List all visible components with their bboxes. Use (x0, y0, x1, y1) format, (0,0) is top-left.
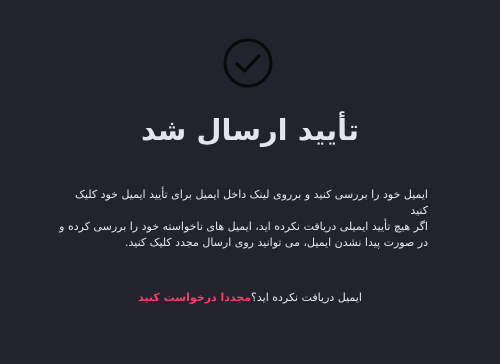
resend-link[interactable]: مجددا درخواست کنید (138, 291, 251, 304)
help-text: اگر هیچ تأیید ایمیلی دریافت نکرده اید، ا… (59, 220, 428, 249)
check-circle-icon (223, 38, 273, 88)
page-title: تأیید ارسال شد (141, 113, 359, 147)
resend-row: ایمیل دریافت نکرده اید؟مجددا درخواست کنی… (0, 290, 500, 306)
not-received-text: ایمیل دریافت نکرده اید؟ (251, 291, 362, 304)
instruction-text: ایمیل خود را بررسی کنید و برروی لینک داخ… (75, 188, 428, 217)
